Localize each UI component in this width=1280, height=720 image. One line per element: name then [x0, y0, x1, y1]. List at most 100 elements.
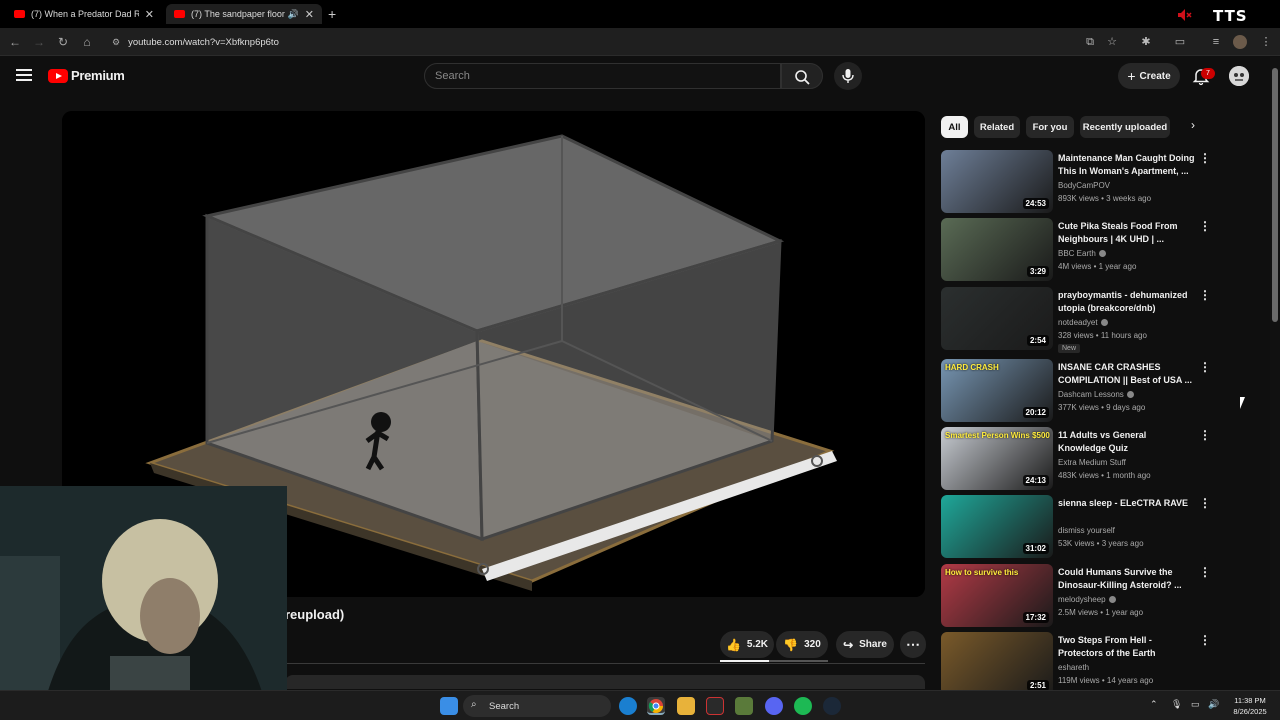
chip-recently-uploaded[interactable]: Recently uploaded: [1080, 116, 1170, 138]
video-meta: 2.5M views • 1 year ago: [1058, 608, 1144, 617]
video-title[interactable]: sienna sleep - ELeCTRA RAVE: [1058, 497, 1196, 510]
video-duration: 3:29: [1026, 266, 1049, 277]
description-box[interactable]: [285, 675, 925, 689]
recommendation-item[interactable]: 31:02 sienna sleep - ELeCTRA RAVE dismiss …: [941, 495, 1241, 561]
install-app-icon[interactable]: ⧉: [1082, 34, 1098, 50]
video-thumbnail[interactable]: How to survive this 17:32: [941, 564, 1053, 627]
close-tab-icon[interactable]: ✕: [305, 8, 314, 21]
recommendation-item[interactable]: 24:53 Maintenance Man Caught Doing This I…: [941, 150, 1241, 216]
more-options-icon[interactable]: ⋮: [1199, 497, 1211, 511]
hamburger-menu-icon[interactable]: [16, 69, 32, 81]
new-tab-icon[interactable]: +: [328, 6, 336, 22]
channel-name[interactable]: Extra Medium Stuff: [1058, 458, 1126, 467]
channel-name[interactable]: Dashcam Lessons: [1058, 390, 1134, 399]
more-options-icon[interactable]: ⋮: [1199, 361, 1211, 375]
channel-label: eshareth: [1058, 663, 1090, 672]
video-thumbnail[interactable]: 31:02: [941, 495, 1053, 558]
extensions-icon[interactable]: ✱: [1138, 34, 1154, 50]
app-icon[interactable]: [735, 697, 753, 715]
channel-name[interactable]: notdeadyet: [1058, 318, 1108, 327]
chrome-icon[interactable]: [647, 697, 665, 715]
taskbar-search-label: Search: [489, 700, 520, 712]
recommendation-item[interactable]: 3:29 Cute Pika Steals Food From Neighbour…: [941, 218, 1241, 284]
video-thumbnail[interactable]: HARD CRASH 20:12: [941, 359, 1053, 422]
more-options-icon[interactable]: ⋮: [1199, 634, 1211, 648]
back-icon[interactable]: ←: [7, 34, 23, 50]
more-options-icon[interactable]: ⋮: [1199, 152, 1211, 166]
network-icon[interactable]: ▭: [1191, 699, 1200, 710]
site-info-icon[interactable]: ⚙: [112, 37, 120, 48]
video-thumbnail[interactable]: 3:29: [941, 218, 1053, 281]
volume-icon[interactable]: 🔊: [1208, 699, 1219, 710]
video-thumbnail[interactable]: 2:54: [941, 287, 1053, 350]
edge-icon[interactable]: [619, 697, 637, 715]
split-view-icon[interactable]: ▭: [1172, 34, 1188, 50]
search-input[interactable]: Search: [424, 63, 781, 89]
forward-icon[interactable]: →: [31, 34, 47, 50]
video-thumbnail[interactable]: 2:51: [941, 632, 1053, 695]
home-icon[interactable]: ⌂: [79, 34, 95, 50]
close-tab-icon[interactable]: ✕: [145, 8, 154, 21]
video-title[interactable]: INSANE CAR CRASHES COMPILATION || Best o…: [1058, 361, 1196, 387]
browser-tab-1[interactable]: (7) When a Predator Dad Realiz ✕: [6, 4, 162, 24]
channel-name[interactable]: melodysheep: [1058, 595, 1116, 604]
chip-all[interactable]: All: [941, 116, 968, 138]
more-options-icon[interactable]: ⋮: [1199, 429, 1211, 443]
spotify-icon[interactable]: [794, 697, 812, 715]
search-button[interactable]: [781, 63, 823, 89]
like-button[interactable]: 👍 5.2K: [720, 631, 774, 658]
more-options-icon[interactable]: ⋮: [1199, 220, 1211, 234]
video-title[interactable]: Cute Pika Steals Food From Neighbours | …: [1058, 220, 1196, 246]
recommendation-item[interactable]: Smartest Person Wins $500 24:13 11 Adults …: [941, 427, 1241, 493]
microphone-icon[interactable]: 🎙: [1171, 699, 1182, 710]
bookmark-star-icon[interactable]: ☆: [1104, 34, 1120, 50]
recommendation-item[interactable]: 2:51 Two Steps From Hell - Protectors of …: [941, 632, 1241, 698]
windows-start-icon[interactable]: [440, 697, 458, 715]
channel-name[interactable]: BodyCamPOV: [1058, 181, 1110, 190]
browser-tab-2[interactable]: (7) The sandpaper floor roo 🔊 ✕: [166, 4, 322, 24]
video-thumbnail[interactable]: 24:53: [941, 150, 1053, 213]
share-button[interactable]: ↪ Share: [836, 631, 894, 658]
chevron-right-icon[interactable]: ›: [1184, 118, 1202, 136]
recommendation-item[interactable]: 2:54 prayboymantis - dehumanized utopia (…: [941, 287, 1241, 353]
app-icon[interactable]: [706, 697, 724, 715]
video-meta: 377K views • 9 days ago: [1058, 403, 1146, 412]
more-actions-button[interactable]: ⋯: [900, 631, 926, 658]
video-title[interactable]: Could Humans Survive the Dinosaur-Killin…: [1058, 566, 1196, 592]
video-title[interactable]: Maintenance Man Caught Doing This In Wom…: [1058, 152, 1196, 178]
chip-for-you[interactable]: For you: [1026, 116, 1074, 138]
recommendation-item[interactable]: How to survive this 17:32 Could Humans Sur…: [941, 564, 1241, 630]
youtube-logo[interactable]: Premium: [48, 68, 125, 83]
scrollbar-thumb[interactable]: [1272, 68, 1278, 322]
chevron-up-icon[interactable]: ⌃: [1150, 699, 1158, 710]
voice-search-button[interactable]: [834, 62, 862, 90]
video-title[interactable]: prayboymantis - dehumanized utopia (brea…: [1058, 289, 1196, 315]
dislike-button[interactable]: 👎 320: [776, 631, 828, 658]
video-title[interactable]: 11 Adults vs General Knowledge Quiz: [1058, 429, 1196, 455]
channel-name[interactable]: dismiss yourself: [1058, 526, 1115, 535]
reading-list-icon[interactable]: ≡: [1208, 34, 1224, 50]
account-avatar[interactable]: [1229, 66, 1249, 86]
steam-icon[interactable]: [823, 697, 841, 715]
recommendation-item[interactable]: HARD CRASH 20:12 INSANE CAR CRASHES COMPIL…: [941, 359, 1241, 425]
reload-icon[interactable]: ↻: [55, 34, 71, 50]
channel-name[interactable]: eshareth: [1058, 663, 1089, 672]
taskbar-search[interactable]: ⌕ Search: [463, 695, 611, 717]
logo-text: Premium: [71, 68, 125, 83]
file-explorer-icon[interactable]: [677, 697, 695, 715]
video-thumbnail[interactable]: Smartest Person Wins $500 24:13: [941, 427, 1053, 490]
verified-icon: [1108, 596, 1116, 604]
discord-icon[interactable]: [765, 697, 783, 715]
audio-playing-icon[interactable]: 🔊: [288, 9, 299, 20]
more-options-icon[interactable]: ⋮: [1199, 566, 1211, 580]
chip-related[interactable]: Related: [974, 116, 1020, 138]
create-button[interactable]: + Create: [1118, 63, 1180, 89]
channel-name[interactable]: BBC Earth: [1058, 249, 1106, 258]
profile-avatar[interactable]: [1233, 35, 1247, 49]
address-bar[interactable]: ⚙ youtube.com/watch?v=Xbfknp6p6to: [104, 31, 1104, 53]
more-options-icon[interactable]: ⋮: [1199, 289, 1211, 303]
windows-taskbar: ⌕ Search ⌃ 🎙 ▭ 🔊 11:38 PM 8/26/2025: [0, 690, 1280, 720]
browser-menu-icon[interactable]: ⋮: [1258, 34, 1274, 50]
video-title[interactable]: Two Steps From Hell - Protectors of the …: [1058, 634, 1196, 660]
system-clock[interactable]: 11:38 PM 8/26/2025: [1225, 695, 1275, 717]
